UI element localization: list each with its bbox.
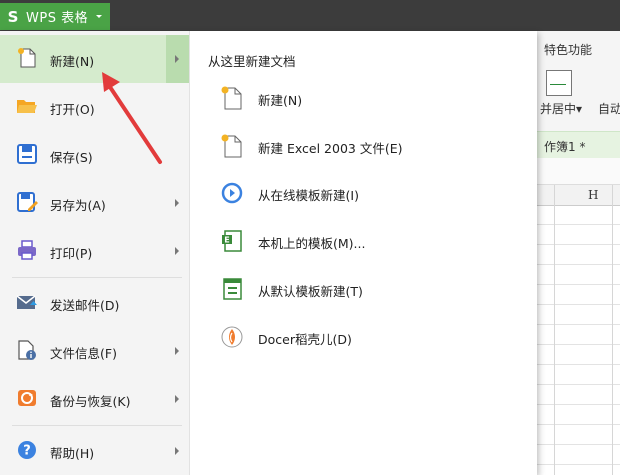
menu-item-send-mail[interactable]: 发送邮件(D) — [0, 279, 189, 327]
svg-text:E: E — [224, 236, 229, 245]
caret-down-icon — [96, 15, 102, 18]
help-icon: ? — [18, 441, 36, 459]
tab-feature[interactable]: 特色功能 — [544, 41, 592, 58]
svg-text:?: ? — [23, 444, 31, 459]
default-template-icon — [223, 278, 242, 300]
file-menu-left-pane: 新建(N) 打开(O) 保存(S) 另存为(A) 打印(P) 发送邮件(D) 文… — [0, 31, 190, 475]
new-submenu-pane: 从这里新建文档 新建(N) 新建 Excel 2003 文件(E) 从在线模板新 — [190, 31, 537, 475]
menu-item-label: 发送邮件(D) — [50, 298, 120, 313]
file-menu: 新建(N) 打开(O) 保存(S) 另存为(A) 打印(P) 发送邮件(D) 文… — [0, 31, 537, 475]
new-file-icon — [221, 134, 242, 158]
local-template-icon: E — [222, 230, 242, 252]
new-file-icon — [18, 48, 36, 68]
mail-icon — [16, 295, 37, 309]
app-menu-button[interactable]: S WPS 表格 — [0, 3, 110, 30]
grid-column-line — [554, 185, 555, 475]
file-info-icon — [18, 340, 36, 360]
submenu-docer[interactable]: Docer稻壳儿(D) — [208, 316, 518, 356]
submenu-label: 本机上的模板(M)... — [258, 236, 366, 251]
menu-item-label: 帮助(H) — [50, 446, 95, 461]
chevron-right-icon — [175, 199, 179, 207]
backup-icon — [18, 390, 36, 406]
merge-center-icon[interactable] — [546, 70, 572, 96]
submenu-label: 从在线模板新建(I) — [258, 188, 359, 203]
workbook-tab[interactable]: 作簿1 * — [530, 131, 620, 159]
submenu-label: 从默认模板新建(T) — [258, 284, 363, 299]
chevron-right-icon — [175, 55, 179, 63]
menu-item-label: 另存为(A) — [50, 198, 106, 213]
menu-item-help[interactable]: ? 帮助(H) — [0, 427, 189, 475]
save-as-icon — [17, 192, 38, 212]
menu-item-new[interactable]: 新建(N) — [0, 35, 189, 83]
menu-divider — [12, 277, 182, 278]
spreadsheet-grid[interactable] — [530, 185, 620, 475]
app-title: WPS 表格 — [26, 11, 89, 26]
folder-open-icon — [17, 100, 37, 113]
merge-center-button[interactable]: 并居中▾ — [540, 100, 582, 117]
submenu-label: Docer稻壳儿(D) — [258, 332, 352, 347]
menu-item-label: 打印(P) — [50, 246, 93, 261]
chevron-right-icon — [175, 395, 179, 403]
online-template-icon — [221, 182, 243, 204]
menu-item-open[interactable]: 打开(O) — [0, 83, 189, 131]
auto-wrap-button[interactable]: 自动 — [598, 100, 620, 117]
workbook-tab-label: 作簿1 * — [544, 140, 586, 154]
menu-item-label: 打开(O) — [50, 102, 95, 117]
print-icon — [18, 240, 36, 260]
menu-item-file-info[interactable]: 文件信息(F) — [0, 327, 189, 375]
submenu-online-template[interactable]: 从在线模板新建(I) — [208, 172, 518, 212]
submenu-new-excel-2003[interactable]: 新建 Excel 2003 文件(E) — [208, 125, 518, 165]
grid-column-line — [612, 185, 613, 475]
new-file-icon — [221, 86, 242, 110]
submenu-label: 新建(N) — [258, 93, 303, 108]
menu-item-save[interactable]: 保存(S) — [0, 131, 189, 179]
chevron-right-icon — [175, 447, 179, 455]
menu-divider — [12, 425, 182, 426]
submenu-local-template[interactable]: E 本机上的模板(M)... — [208, 220, 518, 260]
column-header-row: H — [530, 185, 620, 206]
chevron-right-icon — [175, 347, 179, 355]
submenu-title: 从这里新建文档 — [208, 54, 296, 69]
submenu-default-template[interactable]: 从默认模板新建(T) — [208, 268, 518, 308]
column-header-h[interactable]: H — [588, 188, 598, 202]
formula-bar[interactable] — [530, 158, 620, 185]
menu-item-label: 保存(S) — [50, 150, 93, 165]
menu-item-save-as[interactable]: 另存为(A) — [0, 179, 189, 227]
menu-item-label: 文件信息(F) — [50, 346, 117, 361]
menu-item-print[interactable]: 打印(P) — [0, 227, 189, 275]
docer-icon — [221, 326, 243, 348]
wps-logo-icon: S — [7, 7, 19, 26]
menu-item-label: 新建(N) — [50, 54, 95, 69]
submenu-new[interactable]: 新建(N) — [208, 77, 518, 117]
menu-item-label: 备份与恢复(K) — [50, 394, 131, 409]
save-icon — [17, 144, 37, 164]
submenu-label: 新建 Excel 2003 文件(E) — [258, 141, 403, 156]
menu-item-backup[interactable]: 备份与恢复(K) — [0, 375, 189, 423]
chevron-right-icon — [175, 247, 179, 255]
